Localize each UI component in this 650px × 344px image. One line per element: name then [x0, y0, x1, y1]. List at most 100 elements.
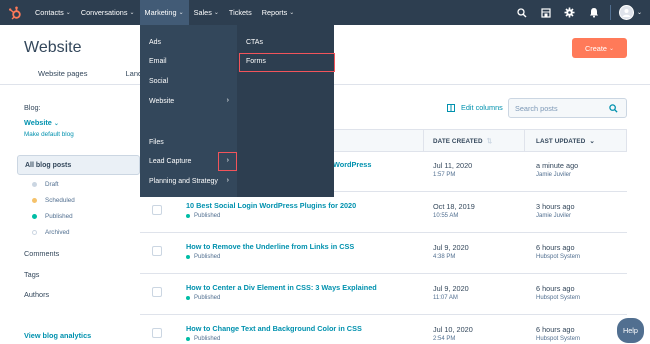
- row-checkbox[interactable]: [152, 246, 162, 256]
- status-dot-icon: [186, 337, 190, 341]
- chevron-down-icon: ⌄: [129, 10, 135, 16]
- all-blog-posts-filter[interactable]: All blog posts: [17, 155, 140, 175]
- row-checkbox[interactable]: [152, 328, 162, 338]
- status-dot-icon: [186, 296, 190, 300]
- menu-item-lead-capture[interactable]: Lead Capture: [149, 158, 191, 165]
- nav-reports[interactable]: Reports ⌄: [257, 0, 300, 25]
- last-updated: 6 hours ago: [536, 284, 575, 293]
- updated-by: Hubspot System: [536, 295, 581, 301]
- bell-icon[interactable]: [582, 0, 606, 25]
- post-title-link[interactable]: WordPress: [333, 160, 371, 169]
- table-row[interactable]: How to Center a Div Element in CSS: 3 Wa…: [140, 275, 627, 315]
- search-input[interactable]: [515, 103, 603, 113]
- column-divider: [423, 130, 424, 151]
- filter-draft-label: Draft: [45, 181, 59, 188]
- main-nav-menu: Contacts ⌄ Conversations ⌄ Marketing ⌄ Sale…: [30, 0, 299, 25]
- create-button[interactable]: Create ⌄: [572, 38, 627, 58]
- post-title-link[interactable]: How to Remove the Underline from Links i…: [186, 242, 354, 251]
- sort-descending-icon: ⌄: [589, 138, 595, 145]
- sort-icon: ⇅: [486, 138, 492, 145]
- account-menu[interactable]: ⌄: [615, 5, 650, 20]
- column-header-last-updated[interactable]: LAST UPDATED ⌄: [536, 138, 595, 145]
- search-icon[interactable]: [510, 0, 534, 25]
- row-checkbox[interactable]: [152, 287, 162, 297]
- chevron-down-icon: ⌄: [289, 10, 295, 16]
- post-title-link[interactable]: 10 Best Social Login WordPress Plugins f…: [186, 201, 356, 210]
- filter-scheduled-label: Scheduled: [45, 197, 75, 204]
- status-label: Published: [194, 254, 221, 260]
- date-created: Jul 9, 2020: [433, 243, 469, 252]
- table-row[interactable]: How to Remove the Underline from Links i…: [140, 234, 627, 274]
- nav-reports-label: Reports: [261, 8, 288, 17]
- status-dot-icon: [32, 214, 37, 219]
- menu-item-files[interactable]: Files: [149, 139, 164, 146]
- menu-item-social[interactable]: Social: [149, 78, 168, 85]
- filter-scheduled[interactable]: Scheduled: [32, 197, 75, 204]
- row-checkbox[interactable]: [152, 205, 162, 215]
- time-created: 2:54 PM: [433, 336, 456, 342]
- lead-capture-highlight: [218, 152, 237, 171]
- filter-archived[interactable]: Archived: [32, 229, 70, 236]
- status-label: Published: [194, 213, 221, 219]
- tab-website-pages[interactable]: Website pages: [38, 69, 87, 82]
- status-dot-icon: [32, 198, 37, 203]
- status-dot-icon: [32, 230, 37, 235]
- date-created: Jul 11, 2020: [433, 161, 473, 170]
- edit-columns-button[interactable]: Edit columns: [447, 103, 503, 112]
- post-title-link[interactable]: How to Center a Div Element in CSS: 3 Wa…: [186, 283, 377, 292]
- post-title-link[interactable]: How to Change Text and Background Color …: [186, 324, 362, 333]
- status-badge: Published: [186, 254, 220, 260]
- view-blog-analytics-link[interactable]: View blog analytics: [24, 331, 91, 340]
- menu-item-ctas[interactable]: CTAs: [246, 39, 263, 46]
- columns-icon: [447, 103, 455, 112]
- search-posts-field: [508, 98, 627, 118]
- time-created: 1:57 PM: [433, 172, 456, 178]
- nav-sales[interactable]: Sales ⌄: [189, 0, 224, 25]
- blog-select[interactable]: Website ⌄: [24, 118, 59, 127]
- time-created: 10:55 AM: [433, 213, 459, 219]
- page-title: Website: [24, 39, 82, 56]
- hubspot-logo-icon[interactable]: [0, 0, 30, 25]
- help-button[interactable]: Help: [617, 318, 644, 343]
- make-default-blog-link[interactable]: Make default blog: [24, 131, 74, 138]
- chevron-down-icon: ⌄: [53, 121, 59, 127]
- last-updated: a minute ago: [536, 161, 579, 170]
- updated-by: Jamie Juviler: [536, 213, 572, 219]
- menu-item-planning-strategy[interactable]: Planning and Strategy: [149, 178, 218, 185]
- blog-label: Blog:: [24, 103, 41, 112]
- sidebar-link-comments[interactable]: Comments: [24, 249, 59, 258]
- filter-draft[interactable]: Draft: [32, 181, 59, 188]
- table-row[interactable]: How to Change Text and Background Color …: [140, 316, 627, 344]
- filter-published-label: Published: [45, 213, 73, 220]
- chevron-down-icon: ⌄: [608, 45, 614, 52]
- nav-conversations[interactable]: Conversations ⌄: [76, 0, 140, 25]
- status-label: Published: [194, 336, 221, 342]
- last-updated: 6 hours ago: [536, 325, 575, 334]
- filter-archived-label: Archived: [45, 229, 70, 236]
- last-updated-label: LAST UPDATED: [536, 138, 586, 145]
- menu-item-email[interactable]: Email: [149, 58, 167, 65]
- last-updated: 6 hours ago: [536, 243, 575, 252]
- marketplace-icon[interactable]: [534, 0, 558, 25]
- top-nav: Contacts ⌄ Conversations ⌄ Marketing ⌄ Sale…: [0, 0, 650, 25]
- menu-item-forms[interactable]: Forms: [246, 58, 266, 65]
- sidebar-link-authors[interactable]: Authors: [24, 290, 49, 299]
- menu-item-ads[interactable]: Ads: [149, 39, 161, 46]
- filter-published[interactable]: Published: [32, 213, 73, 220]
- search-icon[interactable]: [609, 104, 618, 113]
- menu-item-website[interactable]: Website: [149, 98, 174, 105]
- nav-marketing[interactable]: Marketing ⌄: [139, 0, 189, 25]
- chevron-down-icon: ⌄: [65, 10, 71, 16]
- gear-icon[interactable]: [558, 0, 582, 25]
- status-badge: Published: [186, 213, 220, 219]
- marketing-dropdown-menu: Ads Email Social Website › Files Lead Ca…: [140, 25, 237, 197]
- nav-conversations-label: Conversations: [80, 8, 128, 17]
- table-row[interactable]: 10 Best Social Login WordPress Plugins f…: [140, 193, 627, 233]
- date-created: Jul 9, 2020: [433, 284, 469, 293]
- sidebar-link-tags[interactable]: Tags: [24, 270, 39, 279]
- nav-contacts[interactable]: Contacts ⌄: [30, 0, 76, 25]
- updated-by: Hubspot System: [536, 254, 581, 260]
- column-header-date-created[interactable]: DATE CREATED ⇅: [433, 138, 492, 145]
- nav-divider: [609, 5, 611, 20]
- nav-tickets[interactable]: Tickets: [224, 0, 257, 25]
